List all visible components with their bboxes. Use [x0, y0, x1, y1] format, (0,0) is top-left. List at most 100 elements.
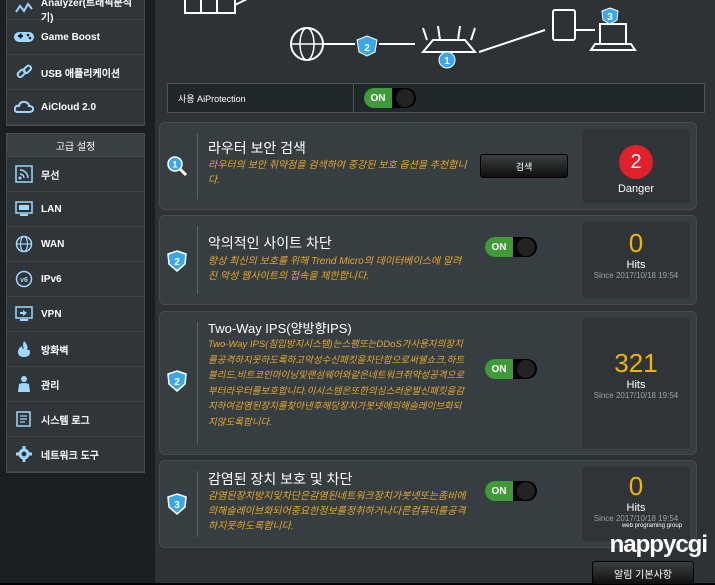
sidebar-item-usb[interactable]: USB 애플리케이션 [7, 55, 144, 90]
card-description: 항상 최신의 보호를 위해 Trend Micro의 데이터베이스에 알려진 악… [208, 256, 462, 282]
two-way-ips-card: 2 Two-Way IPS(양방향IPS) Two-Way IPS(침입방지시스… [159, 311, 697, 455]
sidebar-item-admin[interactable]: 관리 [7, 367, 144, 402]
gamepad-icon [13, 28, 35, 46]
advanced-settings-heading: 고급 설정 [7, 134, 144, 157]
svg-text:3: 3 [174, 500, 180, 511]
sidebar-item-label: Analyzer(트래픽분석기) [40, 0, 132, 24]
usb-link-icon [13, 63, 35, 81]
hits-count: 0 [628, 471, 644, 501]
danger-count-badge: 2 [619, 145, 653, 179]
sidebar-item-label: USB 애플리케이션 [41, 68, 121, 80]
watermark-logo: nappycgi [609, 531, 708, 558]
malicious-site-blocking-card: 2 악의적인 사이트 차단 항상 최신의 보호를 위해 Trend Micro의… [159, 215, 697, 305]
cloud-icon [13, 98, 35, 116]
card-description: 감염된장치방지및차단은감염된네트워크장치가봇넷또는좀비에의해슬레이브화되어중요한… [208, 491, 466, 532]
toggle-on-label: ON [485, 481, 513, 501]
hits-label: Hits [626, 379, 646, 391]
aiprotection-enable-row: 사용 AiProtection ON [167, 83, 705, 113]
since-timestamp: Since 2017/10/18 19:54 [593, 391, 679, 400]
hits-count: 321 [614, 348, 658, 378]
infected-hits-box: 0 Hits Since 2017/10/18 19:54 [582, 467, 690, 541]
sidebar-item-wan[interactable]: WAN [7, 227, 144, 262]
svg-text:2: 2 [174, 377, 180, 388]
system-log-icon [13, 410, 35, 428]
ipv6-icon: v6 [13, 270, 35, 288]
since-timestamp: Since 2017/10/18 19:54 [593, 514, 679, 523]
step-2-badge: 2 [356, 35, 378, 57]
sidebar-item-system-log[interactable]: 시스템 로그 [7, 402, 144, 437]
card-description: Two-Way IPS(침입방지시스템)는스팸또는DDoS가사용자의장치를공격하… [208, 339, 465, 428]
magnifier-step-1-icon: 1 [167, 156, 188, 177]
alert-preferences-button[interactable]: 알림 기본사항 [592, 561, 694, 585]
step-1-label: 1 [444, 56, 450, 67]
two-way-ips-toggle[interactable]: ON [485, 359, 537, 379]
sidebar-item-traffic-analyzer[interactable]: Analyzer(트래픽분석기) [7, 0, 144, 24]
shield-step-2-icon: 2 [167, 250, 187, 272]
svg-text:2: 2 [174, 257, 180, 268]
sidebar-item-aicloud[interactable]: AiCloud 2.0 [7, 90, 144, 125]
sidebar-item-firewall[interactable]: 방화벽 [7, 332, 144, 367]
scan-button[interactable]: 검색 [480, 154, 568, 178]
house-icon [184, 0, 248, 14]
watermark-subtitle: web programing group [621, 523, 682, 529]
danger-status-text: Danger [617, 183, 655, 195]
hits-count: 0 [628, 228, 644, 258]
step-2-label: 2 [364, 43, 370, 54]
infected-device-toggle[interactable]: ON [485, 481, 537, 501]
tablet-icon [552, 9, 576, 41]
sidebar-item-label: VPN [41, 308, 62, 320]
sidebar-item-ipv6[interactable]: v6 IPv6 [7, 262, 144, 297]
aiprotection-toggle[interactable]: ON [364, 88, 416, 108]
sidebar-item-network-tools[interactable]: 네트워크 도구 [7, 437, 144, 472]
sidebar-top-group: Analyzer(트래픽분석기) Game Boost USB 애플리케이션 A… [6, 0, 145, 126]
svg-text:v6: v6 [20, 277, 28, 284]
sidebar-item-lan[interactable]: LAN [7, 192, 144, 227]
hits-label: Hits [626, 259, 646, 271]
network-tools-icon [13, 445, 35, 463]
card-title: 감염된 장치 보호 및 차단 [208, 471, 353, 487]
sidebar-item-label: 시스템 로그 [41, 415, 90, 427]
shield-step-2-icon: 2 [167, 370, 187, 392]
sidebar-item-label: 관리 [41, 380, 60, 392]
ips-hits-box: 321 Hits Since 2017/10/18 19:54 [582, 318, 690, 448]
router-security-scan-card: 1 라우터 보안 검색 라우터의 보안 취약점을 검색하여 중강된 보호 옵션을… [159, 122, 697, 210]
malicious-site-toggle[interactable]: ON [485, 237, 537, 257]
sidebar-item-label: 무선 [41, 170, 60, 182]
step-3-label: 3 [607, 12, 613, 23]
since-timestamp: Since 2017/10/18 19:54 [593, 271, 679, 280]
wireless-icon [13, 165, 35, 183]
hits-label: Hits [626, 502, 646, 514]
sidebar-item-game-boost[interactable]: Game Boost [7, 20, 144, 55]
sidebar-item-label: 방화벽 [41, 345, 69, 357]
lan-icon [13, 200, 35, 218]
sidebar-item-label: LAN [41, 203, 62, 215]
toggle-on-label: ON [364, 88, 392, 108]
step-1-badge: 1 [438, 51, 456, 69]
malicious-hits-box: 0 Hits Since 2017/10/18 19:54 [582, 222, 690, 298]
sidebar-item-label: AiCloud 2.0 [41, 101, 97, 113]
toggle-on-label: ON [485, 359, 513, 379]
laptop-icon [589, 23, 637, 51]
card-description: 라우터의 보안 취약점을 검색하여 중강된 보호 옵션을 추천합니다. [208, 160, 467, 186]
card-title: Two-Way IPS(양방향IPS) [208, 321, 352, 336]
svg-text:1: 1 [172, 160, 177, 170]
sidebar-item-wireless[interactable]: 무선 [7, 157, 144, 192]
card-title: 라우터 보안 검색 [208, 140, 306, 156]
admin-icon [13, 375, 35, 393]
card-title: 악의적인 사이트 차단 [208, 235, 332, 251]
firewall-icon [13, 340, 35, 358]
toggle-on-label: ON [485, 237, 513, 257]
aiprotection-enable-label: 사용 AiProtection [178, 93, 246, 104]
sidebar-item-vpn[interactable]: VPN [7, 297, 144, 332]
step-3-badge: 3 [601, 7, 619, 25]
traffic-analyzer-icon [13, 0, 35, 18]
sidebar-item-label: IPv6 [41, 273, 62, 285]
sidebar-item-label: 네트워크 도구 [41, 450, 99, 462]
router-icon [420, 25, 478, 53]
aiprotection-diagram: 2 1 3 [184, 0, 637, 69]
shield-step-3-icon: 3 [167, 493, 187, 515]
vpn-icon [13, 305, 35, 323]
main-content: 2 1 3 사용 AiProtection ON 1 라우터 보안 검색 라우터… [155, 0, 715, 585]
sidebar: Analyzer(트래픽분석기) Game Boost USB 애플리케이션 A… [0, 0, 155, 583]
sidebar-advanced-group: 고급 설정 무선 LAN WAN v6 IPv6 VPN 방화벽 관리 시스템 … [6, 133, 145, 473]
